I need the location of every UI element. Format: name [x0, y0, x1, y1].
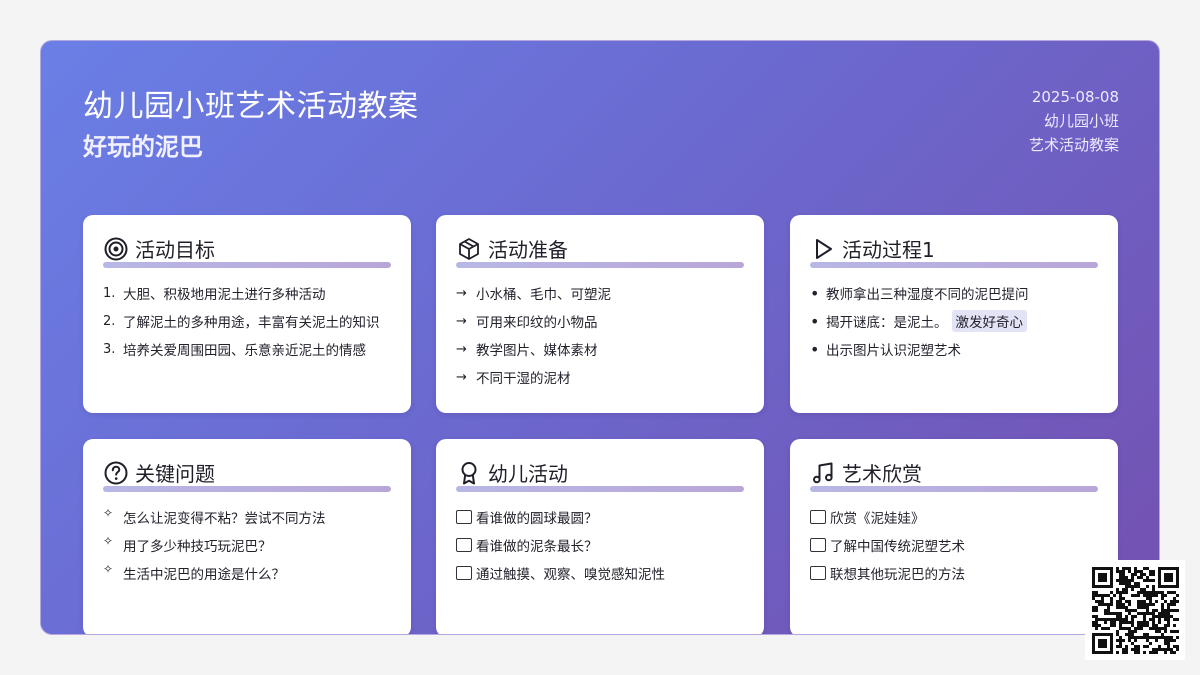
meta-doc-type: 艺术活动教案 — [1028, 136, 1119, 154]
card-preparation: 活动准备 → 小水桶、毛巾、可塑泥 → 可用来印纹的小物品 → 教学图片、媒体素材 →… — [436, 215, 764, 413]
arrow-icon: → — [456, 341, 467, 357]
card-key-questions: 关键问题 ✧ 怎么让泥变得不粘？尝试不同方法 ✧ 用了多少种技巧玩泥巴？ ✧ 生活中泥… — [83, 439, 411, 634]
checkbox-icon — [456, 538, 472, 552]
card-objectives: 活动目标 1. 大胆、积极地用泥土进行多种活动 2. 了解泥土的多种用途，丰富有关泥… — [83, 215, 411, 413]
item-text: 联想其他玩泥巴的方法 — [830, 567, 965, 583]
list-item: 3. 培养关爱周围田园、乐意亲近泥土的情感 — [103, 335, 395, 363]
page-title: 幼儿园小班艺术活动教案 — [83, 89, 419, 124]
target-icon — [103, 236, 129, 262]
card-title: 活动过程1 — [842, 238, 935, 262]
list-item: → 小水桶、毛巾、可塑泥 — [456, 279, 748, 307]
child-activities-list: 看谁做的圆球最圆？ 看谁做的泥条最长？ 通过触摸、观察、嗅觉感知泥性 — [456, 503, 748, 587]
package-icon — [456, 236, 482, 262]
list-item: ✧ 用了多少种技巧玩泥巴？ — [103, 531, 395, 559]
number-marker: 3. — [103, 341, 116, 357]
meta-class: 幼儿园小班 — [1043, 112, 1119, 130]
title-underline — [456, 486, 744, 492]
process-list: • 教师拿出三种湿度不同的泥巴提问 • 揭开谜底：是泥土。 激发好奇心 • 出示图片认识… — [810, 279, 1102, 363]
checkbox-icon — [810, 510, 826, 524]
sparkle-icon: ✧ — [103, 534, 114, 548]
list-item: → 可用来印纹的小物品 — [456, 307, 748, 335]
checkbox-icon — [456, 510, 472, 524]
item-text: 用了多少种技巧玩泥巴？ — [123, 539, 272, 555]
list-item: 了解中国传统泥塑艺术 — [810, 531, 1102, 559]
list-item: 欣赏《泥娃娃》 — [810, 503, 1102, 531]
question-circle-icon — [103, 460, 129, 486]
item-text: 揭开谜底：是泥土。 — [826, 315, 948, 331]
page-subtitle: 好玩的泥巴 — [83, 133, 203, 161]
meta-info: 2025-08-08 幼儿园小班 艺术活动教案 — [1029, 85, 1119, 157]
list-item: 联想其他玩泥巴的方法 — [810, 559, 1102, 587]
list-item: 1. 大胆、积极地用泥土进行多种活动 — [103, 279, 395, 307]
list-item: • 教师拿出三种湿度不同的泥巴提问 — [810, 279, 1102, 307]
play-icon — [810, 236, 836, 262]
item-text: 生活中泥巴的用途是什么？ — [123, 567, 285, 583]
lesson-plan-slide: 幼儿园小班艺术活动教案 好玩的泥巴 2025-08-08 幼儿园小班 艺术活动教… — [40, 40, 1160, 635]
award-icon — [456, 460, 482, 486]
item-text: 了解泥土的多种用途，丰富有关泥土的知识 — [123, 315, 380, 331]
list-item: → 教学图片、媒体素材 — [456, 335, 748, 363]
item-text: 怎么让泥变得不粘？尝试不同方法 — [123, 511, 326, 527]
qr-finder-inner — [1098, 573, 1107, 582]
number-marker: 2. — [103, 313, 116, 329]
questions-list: ✧ 怎么让泥变得不粘？尝试不同方法 ✧ 用了多少种技巧玩泥巴？ ✧ 生活中泥巴的用途是… — [103, 503, 395, 587]
card-title: 艺术欣赏 — [842, 462, 922, 486]
card-art-appreciation: 艺术欣赏 欣赏《泥娃娃》 了解中国传统泥塑艺术 联想其他玩泥巴的方法 — [790, 439, 1118, 634]
title-underline — [810, 486, 1098, 492]
item-text: 教学图片、媒体素材 — [476, 343, 598, 359]
item-text: 小水桶、毛巾、可塑泥 — [476, 287, 611, 303]
music-icon — [810, 460, 836, 486]
list-item: • 出示图片认识泥塑艺术 — [810, 335, 1102, 363]
title-underline — [103, 262, 391, 268]
item-text: 可用来印纹的小物品 — [476, 315, 598, 331]
item-text: 不同干湿的泥材 — [476, 371, 571, 387]
sparkle-icon: ✧ — [103, 506, 114, 520]
arrow-icon: → — [456, 369, 467, 385]
list-item: 看谁做的泥条最长？ — [456, 531, 748, 559]
item-text: 看谁做的泥条最长？ — [476, 539, 598, 555]
meta-date: 2025-08-08 — [1031, 88, 1119, 106]
list-item: ✧ 生活中泥巴的用途是什么？ — [103, 559, 395, 587]
title-underline — [103, 486, 391, 492]
sparkle-icon: ✧ — [103, 562, 114, 576]
checkbox-icon — [810, 566, 826, 580]
list-item: → 不同干湿的泥材 — [456, 363, 748, 391]
bullet-icon: • — [810, 283, 820, 303]
bullet-icon: • — [810, 339, 820, 359]
objectives-list: 1. 大胆、积极地用泥土进行多种活动 2. 了解泥土的多种用途，丰富有关泥土的知识 … — [103, 279, 395, 363]
arrow-icon: → — [456, 285, 467, 301]
arrow-icon: → — [456, 313, 467, 329]
list-item: 通过触摸、观察、嗅觉感知泥性 — [456, 559, 748, 587]
list-item: 2. 了解泥土的多种用途，丰富有关泥土的知识 — [103, 307, 395, 335]
preparation-list: → 小水桶、毛巾、可塑泥 → 可用来印纹的小物品 → 教学图片、媒体素材 → 不同干湿的… — [456, 279, 748, 391]
card-process: 活动过程1 • 教师拿出三种湿度不同的泥巴提问 • 揭开谜底：是泥土。 激发好奇心 •… — [790, 215, 1118, 413]
checkbox-icon — [456, 566, 472, 580]
list-item: • 揭开谜底：是泥土。 激发好奇心 — [810, 307, 1102, 335]
card-title: 关键问题 — [135, 462, 215, 486]
bullet-icon: • — [810, 311, 820, 331]
list-item: 看谁做的圆球最圆？ — [456, 503, 748, 531]
card-child-activities: 幼儿活动 看谁做的圆球最圆？ 看谁做的泥条最长？ 通过触摸、观察、嗅觉感知泥性 — [436, 439, 764, 634]
title-underline — [810, 262, 1098, 268]
item-text: 出示图片认识泥塑艺术 — [826, 343, 961, 359]
qr-finder-inner — [1164, 573, 1173, 582]
item-text: 了解中国传统泥塑艺术 — [830, 539, 965, 555]
item-text: 大胆、积极地用泥土进行多种活动 — [123, 287, 326, 303]
qr-finder-inner — [1098, 639, 1107, 648]
title-underline — [456, 262, 744, 268]
card-title: 幼儿活动 — [488, 462, 568, 486]
card-title: 活动准备 — [488, 238, 568, 262]
item-text: 看谁做的圆球最圆？ — [476, 511, 598, 527]
checkbox-icon — [810, 538, 826, 552]
highlight-tag: 激发好奇心 — [951, 310, 1027, 332]
art-appreciation-list: 欣赏《泥娃娃》 了解中国传统泥塑艺术 联想其他玩泥巴的方法 — [810, 503, 1102, 587]
item-text: 通过触摸、观察、嗅觉感知泥性 — [476, 567, 665, 583]
card-title: 活动目标 — [135, 238, 215, 262]
qr-code-icon[interactable] — [1085, 560, 1185, 660]
item-text: 欣赏《泥娃娃》 — [830, 511, 925, 527]
number-marker: 1. — [103, 285, 116, 301]
item-text: 培养关爱周围田园、乐意亲近泥土的情感 — [123, 343, 366, 359]
list-item: ✧ 怎么让泥变得不粘？尝试不同方法 — [103, 503, 395, 531]
item-text: 教师拿出三种湿度不同的泥巴提问 — [826, 287, 1029, 303]
